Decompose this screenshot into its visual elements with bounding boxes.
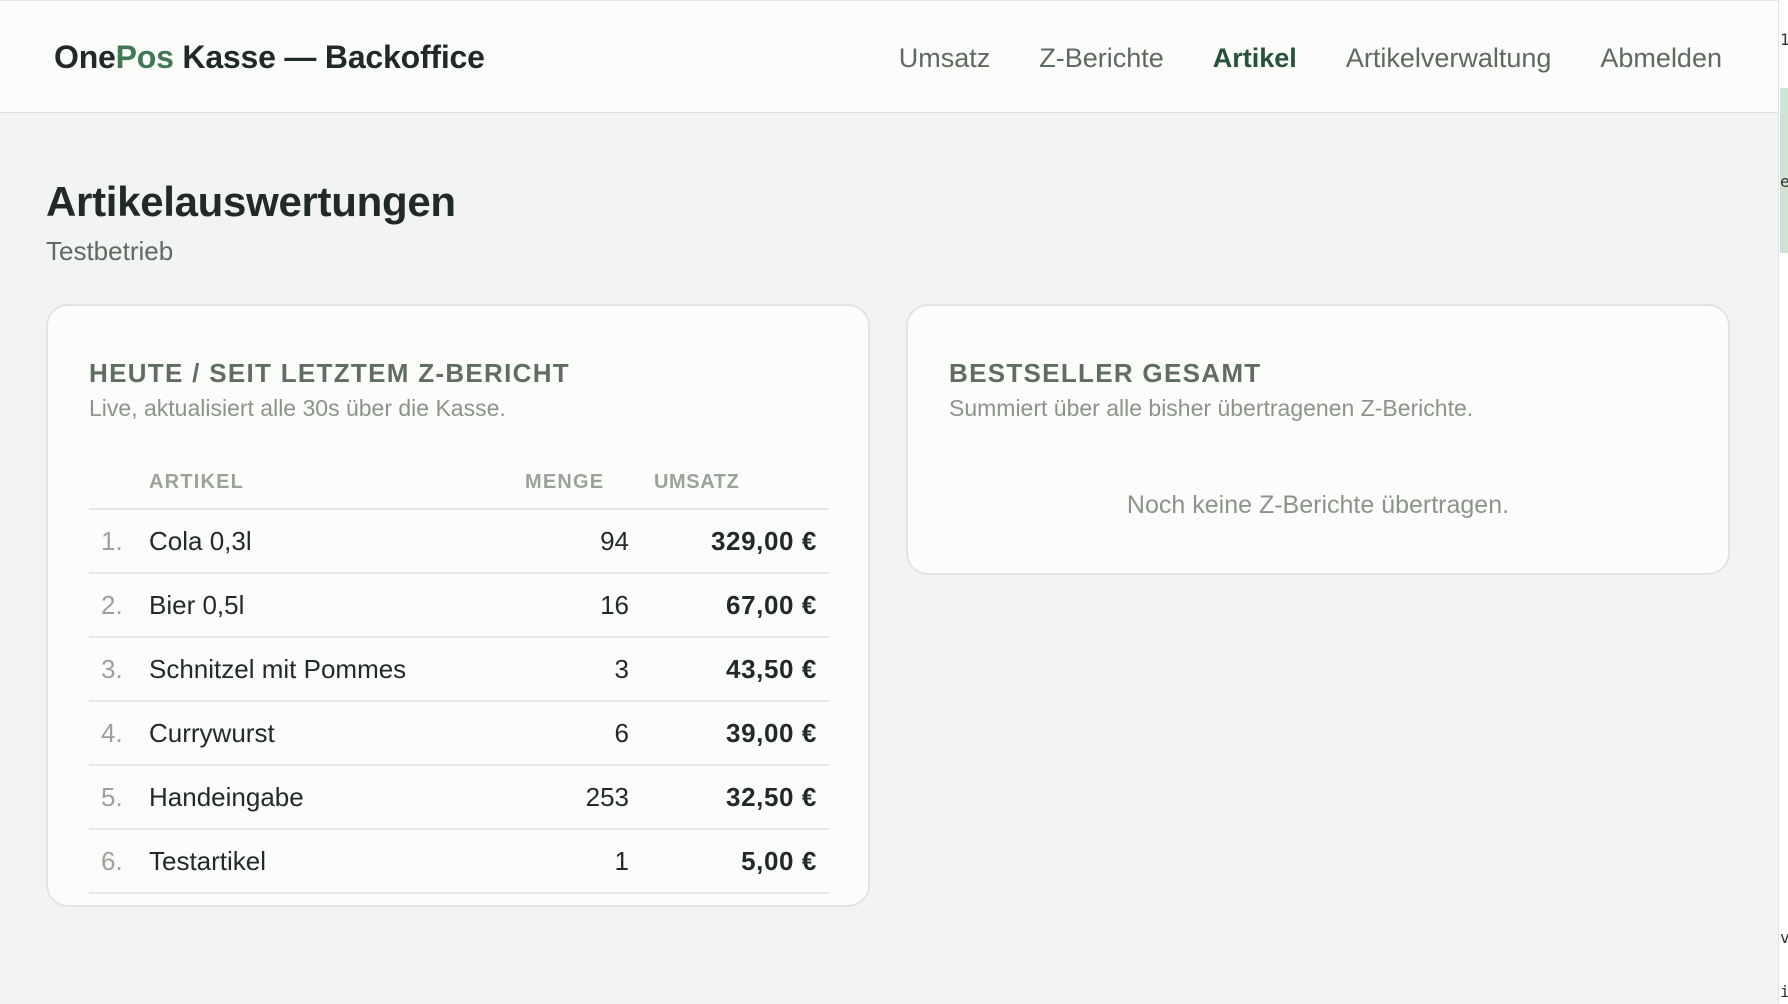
row-quantity: 94 — [479, 509, 629, 574]
table-row: 6. Testartikel 1 5,00 € — [89, 829, 829, 894]
column-header-revenue: UMSATZ — [629, 456, 829, 510]
brand-suffix: Kasse — Backoffice — [173, 39, 485, 75]
row-revenue: 43,50 € — [629, 637, 829, 702]
nav-artikel[interactable]: Artikel — [1213, 43, 1297, 74]
page-subtitle: Testbetrieb — [46, 236, 174, 266]
column-header-article: ARTIKEL — [149, 456, 479, 510]
brand-prefix: One — [54, 39, 116, 75]
nav-abmelden[interactable]: Abmelden — [1600, 43, 1722, 74]
strip-char: v — [1780, 928, 1788, 947]
strip-char: 1 — [1780, 30, 1788, 49]
row-revenue: 329,00 € — [629, 509, 829, 574]
row-rank: 6. — [89, 829, 149, 894]
row-rank: 1. — [89, 509, 149, 574]
table-header-row: ARTIKEL MENGE UMSATZ — [89, 456, 829, 510]
row-rank: 5. — [89, 765, 149, 830]
column-header-quantity: MENGE — [479, 456, 629, 510]
empty-state-message: Noch keine Z-Berichte übertragen. — [1126, 491, 1510, 519]
bestseller-total-card: BESTSELLER GESAMT Summiert über alle bis… — [906, 304, 1730, 575]
nav-artikelverwaltung[interactable]: Artikelverwaltung — [1346, 43, 1552, 74]
row-article-name: Cola 0,3l — [149, 509, 479, 574]
app-brand[interactable]: OnePos Kasse — Backoffice — [54, 39, 485, 76]
nav-umsatz[interactable]: Umsatz — [899, 43, 991, 74]
table-row: 1. Cola 0,3l 94 329,00 € — [89, 509, 829, 574]
row-quantity: 6 — [479, 701, 629, 766]
row-article-name: Schnitzel mit Pommes — [149, 637, 479, 702]
row-revenue: 32,50 € — [629, 765, 829, 830]
card-description: Live, aktualisiert alle 30s über die Kas… — [89, 395, 506, 421]
card-title: BESTSELLER GESAMT — [949, 358, 1262, 388]
strip-char: i — [1780, 982, 1788, 1001]
table-row: 3. Schnitzel mit Pommes 3 43,50 € — [89, 637, 829, 702]
top-navigation-bar: OnePos Kasse — Backoffice Umsatz Z-Beric… — [0, 0, 1778, 113]
row-rank: 3. — [89, 637, 149, 702]
row-article-name: Currywurst — [149, 701, 479, 766]
nav-z-berichte[interactable]: Z-Berichte — [1039, 43, 1164, 74]
table-row: 2. Bier 0,5l 16 67,00 € — [89, 573, 829, 638]
main-nav: Umsatz Z-Berichte Artikel Artikelverwalt… — [899, 43, 1722, 74]
articles-table: ARTIKEL MENGE UMSATZ 1. Cola 0,3l 94 329… — [89, 456, 829, 894]
row-revenue: 39,00 € — [629, 701, 829, 766]
brand-accent: Pos — [115, 39, 174, 75]
adjacent-window-strip: 1 e v i — [1778, 0, 1788, 1004]
strip-char: e — [1780, 172, 1788, 191]
row-article-name: Handeingabe — [149, 765, 479, 830]
row-revenue: 67,00 € — [629, 573, 829, 638]
scroll-indicator — [1780, 88, 1788, 253]
column-header-rank — [89, 456, 149, 510]
today-articles-card: HEUTE / SEIT LETZTEM Z-BERICHT Live, akt… — [46, 304, 870, 907]
table-row: 4. Currywurst 6 39,00 € — [89, 701, 829, 766]
card-description: Summiert über alle bisher übertragenen Z… — [949, 395, 1474, 421]
row-quantity: 1 — [479, 829, 629, 894]
table-row: 5. Handeingabe 253 32,50 € — [89, 765, 829, 830]
row-quantity: 3 — [479, 637, 629, 702]
row-revenue: 5,00 € — [629, 829, 829, 894]
row-quantity: 253 — [479, 765, 629, 830]
row-rank: 2. — [89, 573, 149, 638]
row-article-name: Testartikel — [149, 829, 479, 894]
card-title: HEUTE / SEIT LETZTEM Z-BERICHT — [89, 358, 570, 388]
row-rank: 4. — [89, 701, 149, 766]
page-title: Artikelauswertungen — [46, 178, 456, 225]
row-quantity: 16 — [479, 573, 629, 638]
row-article-name: Bier 0,5l — [149, 573, 479, 638]
